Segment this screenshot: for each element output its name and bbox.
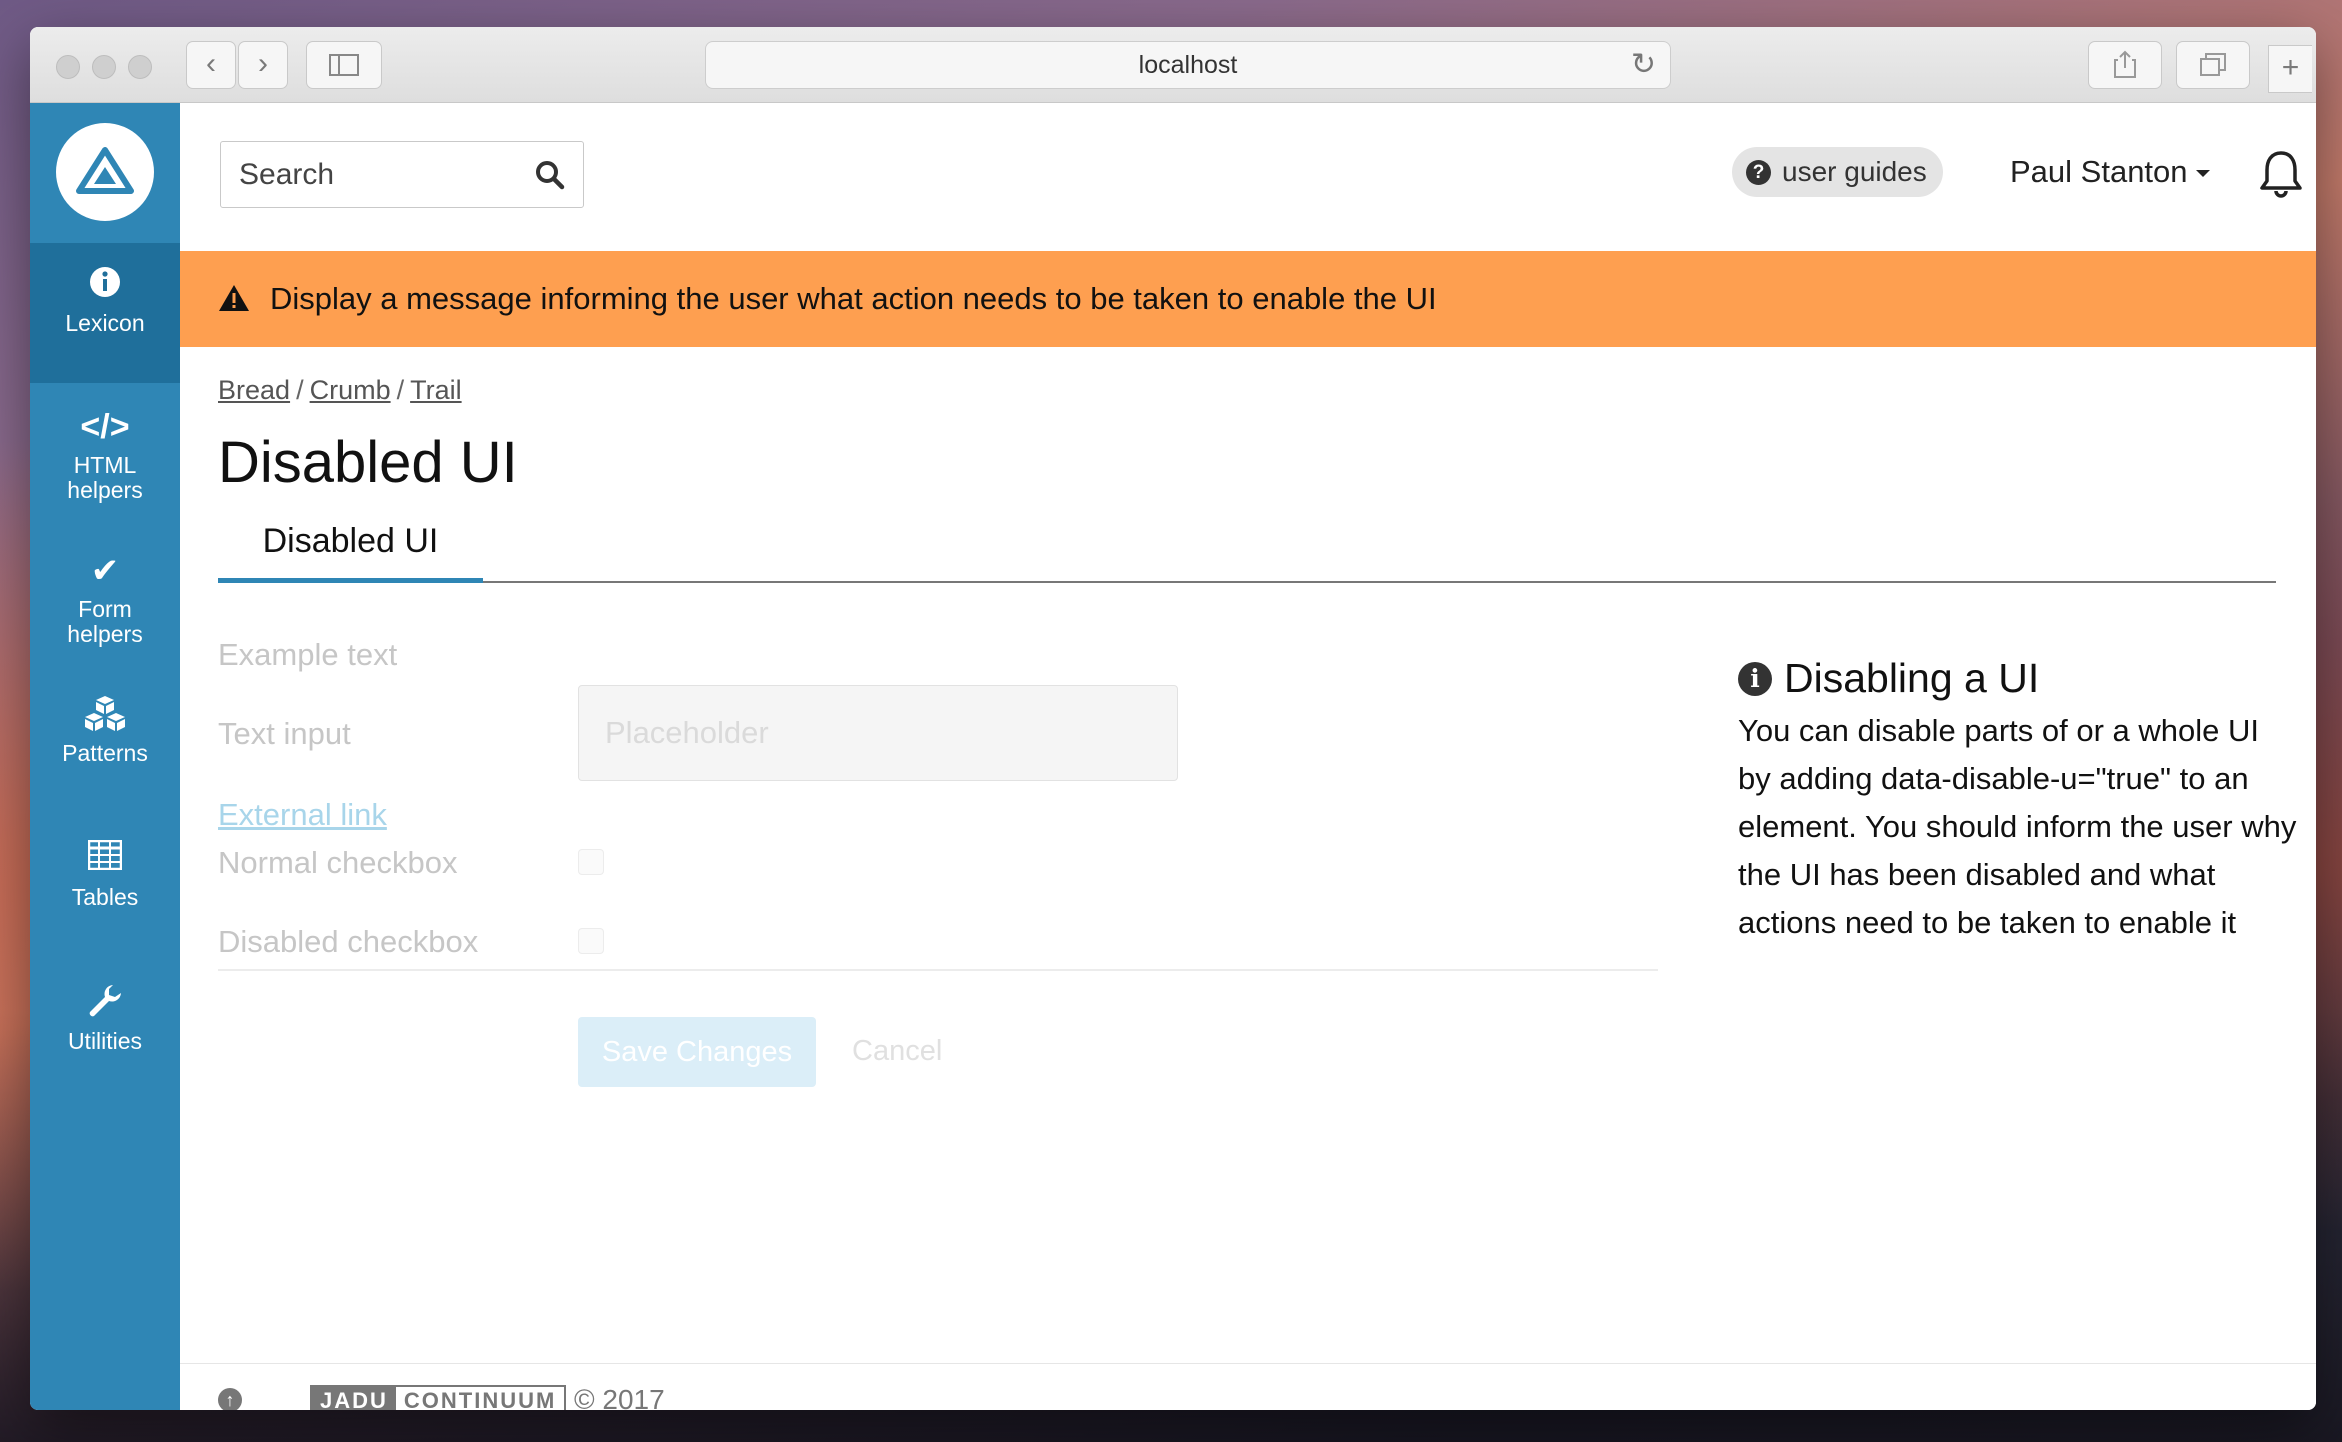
- bell-icon[interactable]: [2258, 149, 2304, 199]
- brand-continuum: CONTINUUM: [403, 1388, 557, 1410]
- user-guides-label: user guides: [1782, 156, 1927, 187]
- code-icon: </>: [80, 408, 130, 446]
- browser-window: ‹ › localhost ↻ + Lexicon </> HTML helpe…: [30, 27, 2316, 1410]
- search-box[interactable]: [220, 141, 584, 208]
- user-guides-button[interactable]: ? user guides: [1732, 147, 1943, 197]
- info-heading: i Disabling a UI: [1738, 653, 2298, 703]
- normal-checkbox[interactable]: [578, 849, 604, 875]
- text-input-label: Text input: [218, 716, 351, 751]
- text-input[interactable]: [578, 685, 1178, 781]
- disabled-checkbox[interactable]: [578, 928, 604, 954]
- sidebar-item-form-helpers[interactable]: ✔ Form helpers: [30, 529, 180, 669]
- close-window-button[interactable]: [56, 55, 80, 79]
- form-divider: [218, 969, 1658, 971]
- search-icon[interactable]: [535, 160, 565, 190]
- browser-titlebar: ‹ › localhost ↻ +: [30, 27, 2316, 103]
- cancel-link[interactable]: Cancel: [852, 1035, 942, 1068]
- question-icon: ?: [1746, 160, 1771, 185]
- sidebar-item-tables[interactable]: Tables: [30, 817, 180, 957]
- search-input[interactable]: [221, 142, 521, 207]
- cubes-icon: [30, 695, 180, 735]
- info-icon: [30, 265, 180, 305]
- copyright: © 2017: [574, 1384, 665, 1410]
- share-button[interactable]: [2088, 41, 2162, 89]
- warning-icon: [219, 285, 249, 311]
- minimize-window-button[interactable]: [92, 55, 116, 79]
- table-icon: [30, 839, 180, 879]
- warning-alert: Display a message informing the user wha…: [180, 251, 2316, 347]
- sidebar-item-lexicon[interactable]: Lexicon: [30, 243, 180, 383]
- info-circle-icon: i: [1738, 662, 1772, 696]
- sidebar-item-label: Utilities: [67, 1028, 143, 1054]
- info-body: You can disable parts of or a whole UI b…: [1738, 713, 2297, 940]
- breadcrumb-separator: /: [396, 375, 405, 405]
- sidebar-item-label: Lexicon: [65, 310, 145, 336]
- sidebar-item-utilities[interactable]: Utilities: [30, 961, 180, 1101]
- chevron-right-icon: ›: [258, 47, 268, 80]
- breadcrumb-link[interactable]: Crumb: [310, 375, 391, 405]
- disabled-checkbox-label: Disabled checkbox: [218, 924, 479, 959]
- reload-icon[interactable]: ↻: [1631, 42, 1656, 88]
- back-button[interactable]: ‹: [186, 41, 236, 89]
- sidebar-item-patterns[interactable]: Patterns: [30, 673, 180, 813]
- save-changes-button[interactable]: Save Changes: [578, 1017, 816, 1087]
- alert-message: Display a message informing the user wha…: [270, 281, 1437, 316]
- tab-bar: Disabled UI: [218, 503, 2276, 583]
- sidebar-item-label: Form helpers: [67, 596, 143, 647]
- tabs-overview-button[interactable]: [2176, 41, 2250, 89]
- jadu-continuum-logo: JADU CONTINUUM: [310, 1385, 567, 1410]
- tab-disabled-ui[interactable]: Disabled UI: [218, 503, 483, 583]
- sidebar-item-label: Patterns: [62, 740, 148, 766]
- share-icon: [2114, 50, 2136, 78]
- caret-down-icon: [2195, 170, 2210, 178]
- normal-checkbox-label: Normal checkbox: [218, 845, 458, 880]
- sidebar-item-label: HTML helpers: [67, 452, 143, 503]
- address-text: localhost: [1138, 51, 1238, 79]
- sidebar-toggle-button[interactable]: [306, 41, 382, 89]
- new-tab-button[interactable]: +: [2268, 45, 2312, 93]
- zoom-window-button[interactable]: [128, 55, 152, 79]
- address-bar[interactable]: localhost ↻: [705, 41, 1671, 89]
- external-link[interactable]: External link: [218, 797, 387, 833]
- main-content: ? user guides Paul Stanton Display a mes…: [180, 103, 2316, 1410]
- brand-jadu: JADU: [312, 1387, 396, 1410]
- triangle-logo-icon: [76, 147, 134, 194]
- example-text: Example text: [218, 637, 398, 672]
- breadcrumb: Bread / Crumb / Trail: [218, 375, 462, 406]
- check-icon: ✔: [90, 552, 120, 590]
- chevron-left-icon: ‹: [206, 47, 216, 80]
- sidebar-icon: [329, 54, 359, 76]
- plus-icon: +: [2281, 51, 2300, 84]
- sidebar-item-label: Tables: [71, 884, 139, 910]
- sidebar: Lexicon </> HTML helpers ✔ Form helpers …: [30, 103, 180, 1410]
- arrow-up-icon[interactable]: ↑: [218, 1388, 242, 1410]
- user-name: Paul Stanton: [2010, 154, 2188, 189]
- forward-button[interactable]: ›: [238, 41, 288, 89]
- breadcrumb-link[interactable]: Trail: [410, 375, 462, 405]
- wrench-icon: [30, 983, 180, 1023]
- logo-area[interactable]: [30, 103, 180, 243]
- breadcrumb-link[interactable]: Bread: [218, 375, 290, 405]
- footer-divider: [180, 1363, 2316, 1364]
- logo[interactable]: [56, 123, 154, 221]
- sidebar-item-html-helpers[interactable]: </> HTML helpers: [30, 385, 180, 525]
- breadcrumb-separator: /: [296, 375, 304, 405]
- tabs-icon: [2200, 53, 2226, 76]
- page-title: Disabled UI: [218, 430, 518, 495]
- info-heading-text: Disabling a UI: [1784, 655, 2040, 701]
- info-panel: i Disabling a UI You can disable parts of…: [1738, 653, 2298, 947]
- user-menu[interactable]: Paul Stanton: [2010, 147, 2210, 197]
